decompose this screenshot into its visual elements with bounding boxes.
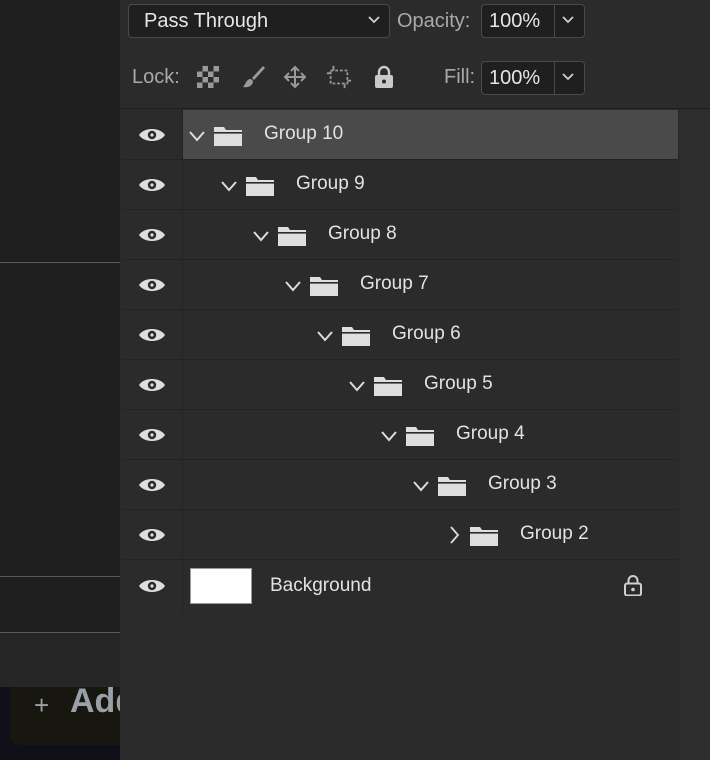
panel-band (0, 633, 120, 687)
layer-row[interactable]: Group 8 (122, 210, 678, 260)
chevron-down-icon (368, 16, 380, 24)
layer-name: Group 10 (264, 123, 344, 144)
lock-artboard-icon[interactable] (326, 64, 352, 90)
lock-all-icon[interactable] (371, 64, 397, 90)
visibility-toggle[interactable] (122, 210, 183, 259)
eye-icon[interactable] (138, 176, 166, 199)
folder-icon (213, 123, 243, 152)
visibility-toggle[interactable] (122, 160, 183, 209)
layer-name: Group 5 (424, 373, 493, 394)
opacity-label: Opacity: (397, 10, 471, 32)
blend-mode-value: Pass Through (144, 10, 269, 32)
visibility-toggle[interactable] (122, 360, 183, 409)
eye-icon[interactable] (138, 276, 166, 299)
layer-name: Background (270, 575, 372, 596)
folder-icon (373, 373, 403, 402)
selected-highlight (183, 110, 678, 159)
eye-icon[interactable] (138, 577, 166, 600)
chevron-right-icon[interactable] (448, 525, 460, 550)
opacity-value: 100% (489, 10, 541, 32)
layer-name: Group 9 (296, 173, 365, 194)
lock-label: Lock: (132, 66, 180, 88)
chevron-down-icon[interactable] (561, 72, 575, 82)
visibility-toggle[interactable] (122, 560, 183, 612)
visibility-toggle[interactable] (122, 260, 183, 309)
eye-icon[interactable] (138, 526, 166, 549)
folder-icon (469, 523, 499, 552)
toolbar-divider (120, 108, 710, 109)
layer-name: Group 3 (488, 473, 557, 494)
eye-icon[interactable] (138, 326, 166, 349)
eye-icon[interactable] (138, 126, 166, 149)
layer-row[interactable]: Group 4 (122, 410, 678, 460)
eye-icon[interactable] (138, 376, 166, 399)
visibility-toggle[interactable] (122, 460, 183, 509)
eye-icon[interactable] (138, 226, 166, 249)
chevron-down-icon[interactable] (348, 379, 366, 397)
layer-row[interactable]: Group 3 (122, 460, 678, 510)
panel-scroll-area[interactable] (678, 110, 710, 760)
lock-icon[interactable] (622, 574, 644, 601)
visibility-toggle[interactable] (122, 410, 183, 459)
chevron-down-icon[interactable] (284, 279, 302, 297)
lock-transparent-pixels-icon[interactable] (195, 64, 221, 90)
layer-row[interactable]: Group 10 (122, 110, 678, 160)
fill-input[interactable]: 100% (481, 61, 585, 95)
chevron-down-icon[interactable] (188, 129, 206, 147)
divider (0, 262, 120, 263)
layer-name: Group 7 (360, 273, 429, 294)
folder-icon (341, 323, 371, 352)
layer-name: Group 4 (456, 423, 525, 444)
folder-icon (309, 273, 339, 302)
blend-mode-select[interactable]: Pass Through (128, 4, 390, 38)
layer-name: Group 6 (392, 323, 461, 344)
lock-image-pixels-icon[interactable] (240, 64, 266, 90)
plus-icon: + (34, 690, 50, 720)
chevron-down-icon[interactable] (380, 429, 398, 447)
layer-row[interactable]: Background (122, 560, 678, 613)
visibility-toggle[interactable] (122, 310, 183, 359)
fill-label: Fill: (444, 66, 476, 88)
layer-row[interactable]: Group 2 (122, 510, 678, 560)
chevron-down-icon[interactable] (316, 329, 334, 347)
folder-icon (437, 473, 467, 502)
visibility-toggle[interactable] (122, 110, 183, 159)
layer-row[interactable]: Group 7 (122, 260, 678, 310)
eye-icon[interactable] (138, 476, 166, 499)
chevron-down-icon[interactable] (412, 479, 430, 497)
divider (0, 576, 120, 577)
layer-row[interactable]: Group 9 (122, 160, 678, 210)
chevron-down-icon[interactable] (252, 229, 270, 247)
fill-value: 100% (489, 67, 541, 89)
layer-row[interactable]: Group 5 (122, 360, 678, 410)
eye-icon[interactable] (138, 426, 166, 449)
folder-icon (245, 173, 275, 202)
layer-row[interactable]: Group 6 (122, 310, 678, 360)
layer-thumbnail (190, 568, 252, 604)
chevron-down-icon[interactable] (220, 179, 238, 197)
layer-name: Group 8 (328, 223, 397, 244)
opacity-input[interactable]: 100% (481, 4, 585, 38)
chevron-down-icon[interactable] (561, 15, 575, 25)
visibility-toggle[interactable] (122, 510, 183, 559)
folder-icon (405, 423, 435, 452)
lock-position-icon[interactable] (282, 64, 308, 90)
canvas-area (0, 0, 120, 760)
layer-name: Group 2 (520, 523, 589, 544)
layers-empty-area (122, 612, 678, 760)
folder-icon (277, 223, 307, 252)
